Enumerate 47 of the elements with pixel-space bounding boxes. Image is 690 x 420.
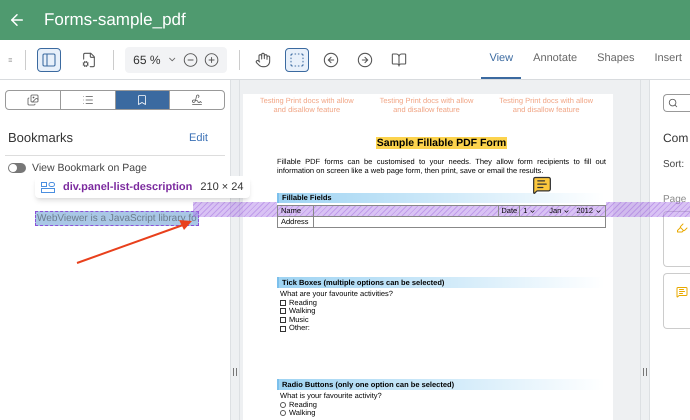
toolbar-tab[interactable]: Shapes — [589, 40, 642, 79]
back-icon — [323, 52, 340, 68]
edit-link[interactable]: Edit — [189, 130, 208, 146]
zoom-out-icon[interactable] — [182, 52, 198, 68]
radio-button[interactable] — [280, 410, 286, 416]
zoom-in-icon[interactable] — [204, 52, 220, 68]
document-title: Forms-sample_pdf — [44, 9, 186, 32]
resize-handle-icon[interactable] — [233, 368, 237, 376]
layout-icon — [41, 182, 55, 192]
search-icon — [668, 98, 678, 108]
sidebar-toggle-button[interactable] — [36, 48, 61, 72]
checkbox[interactable] — [280, 300, 286, 306]
forward-icon — [357, 52, 374, 68]
toggle-label: View Bookmark on Page — [32, 160, 147, 176]
comment-icon — [676, 286, 688, 298]
panel-tab[interactable] — [116, 91, 170, 109]
select-icon — [289, 52, 306, 68]
element-selector: div.panel-list-description — [63, 180, 192, 195]
checkbox[interactable] — [280, 326, 286, 332]
toolbar-tab[interactable]: Annotate — [525, 40, 586, 79]
select-tool-button[interactable] — [285, 48, 310, 72]
radio-button[interactable] — [280, 402, 286, 408]
comment-note-icon[interactable] — [532, 175, 552, 195]
bookmark-icon — [136, 94, 148, 106]
resize-handle-icon[interactable] — [643, 368, 647, 376]
book-icon — [391, 52, 408, 68]
toolbar-tab[interactable]: Insert — [646, 40, 690, 79]
checkbox[interactable] — [280, 308, 286, 314]
panel-list-description: WebViewer is a JavaScript library fo — [35, 211, 199, 226]
panel-title: Bookmarks — [8, 129, 74, 147]
comments-title: Com — [663, 130, 690, 147]
toggle-switch[interactable] — [8, 163, 26, 174]
chevron-down-icon — [529, 208, 536, 214]
thumbnails-icon — [26, 94, 39, 106]
pan-icon — [255, 52, 272, 68]
page-settings-icon — [80, 52, 97, 68]
sort-label: Sort: — [663, 158, 686, 172]
chevron-down-icon — [563, 208, 570, 214]
signature-icon — [191, 94, 204, 106]
checkbox[interactable] — [280, 317, 286, 324]
page-label: Page — [663, 193, 688, 207]
element-size: 210 × 24 — [200, 180, 244, 195]
panel-icon — [40, 52, 57, 68]
form-title: Sample Fillable PDF Form — [376, 137, 508, 149]
chevron-down-icon — [595, 208, 602, 214]
zoom-value[interactable]: 65 % — [133, 50, 161, 68]
highlight-icon — [676, 222, 688, 234]
